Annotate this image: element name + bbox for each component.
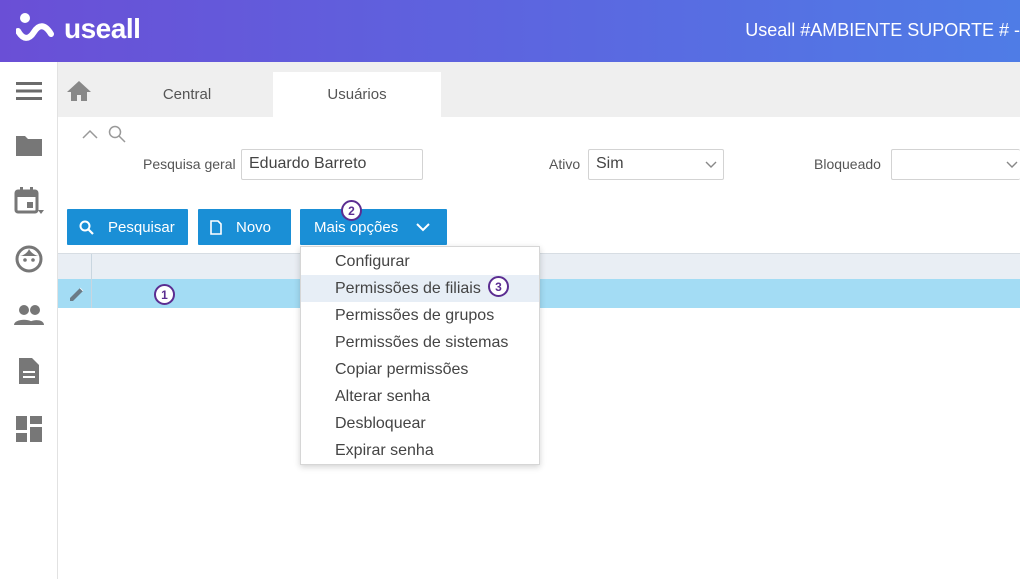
tab-central[interactable]: Central: [116, 72, 258, 117]
useall-logo-icon: [16, 13, 54, 41]
tab-bar: Central Usuários: [58, 62, 1020, 117]
menu-item-desbloquear[interactable]: Desbloquear: [301, 410, 539, 437]
tab-label: Usuários: [327, 86, 387, 103]
menu-item-permissoes-sistemas[interactable]: Permissões de sistemas: [301, 329, 539, 356]
more-options-button[interactable]: Mais opções: [300, 209, 447, 245]
document-icon: [210, 219, 222, 235]
menu-item-expirar-senha[interactable]: Expirar senha: [301, 437, 539, 464]
sidebar: [0, 62, 58, 579]
chevron-down-icon: [416, 223, 430, 232]
blocked-filter-label: Bloqueado: [814, 156, 881, 172]
new-button-label: Novo: [236, 218, 272, 236]
chevron-down-icon: [1006, 161, 1018, 168]
search-button[interactable]: Pesquisar: [67, 209, 188, 245]
chevron-down-icon: [705, 161, 717, 168]
tab-usuarios[interactable]: Usuários: [273, 72, 441, 117]
active-filter-value: Sim: [596, 155, 624, 172]
dashboard-icon[interactable]: [14, 414, 44, 444]
search-button-label: Pesquisar: [108, 218, 175, 236]
environment-title: Useall #AMBIENTE SUPORTE # -: [745, 20, 1020, 40]
document-icon[interactable]: [14, 356, 44, 386]
folder-icon[interactable]: [14, 130, 44, 160]
general-search-input[interactable]: Eduardo Barreto: [241, 149, 423, 180]
pencil-icon[interactable]: [68, 285, 86, 303]
active-filter-label: Ativo: [549, 156, 581, 172]
brand-logo[interactable]: useall: [16, 12, 141, 46]
top-bar: useall Useall #AMBIENTE SUPORTE # -: [0, 0, 1020, 62]
brand-name: useall: [64, 13, 141, 44]
menu-item-alterar-senha[interactable]: Alterar senha: [301, 383, 539, 410]
menu-item-copiar-permissoes[interactable]: Copiar permissões: [301, 356, 539, 383]
blocked-filter-select[interactable]: [891, 149, 1020, 180]
people-icon[interactable]: [14, 300, 44, 330]
face-icon[interactable]: [14, 244, 44, 274]
menu-item-permissoes-grupos[interactable]: Permissões de grupos: [301, 302, 539, 329]
step-badge-1: 1: [154, 284, 175, 305]
step-badge-2: 2: [341, 200, 362, 221]
menu-icon[interactable]: [14, 76, 44, 106]
search-icon[interactable]: [108, 125, 126, 143]
column-divider: [91, 279, 92, 308]
search-icon: [79, 220, 94, 235]
new-button[interactable]: Novo: [198, 209, 291, 245]
chevron-up-icon[interactable]: [82, 129, 98, 139]
tab-label: Central: [162, 86, 212, 103]
step-badge-3: 3: [488, 276, 509, 297]
active-filter-select[interactable]: Sim: [588, 149, 724, 180]
column-divider: [91, 254, 92, 279]
calendar-icon[interactable]: [14, 186, 44, 216]
home-icon[interactable]: [66, 80, 94, 104]
general-search-label: Pesquisa geral: [143, 156, 236, 172]
more-options-label: Mais opções: [314, 218, 399, 236]
menu-item-configurar[interactable]: Configurar: [301, 248, 539, 275]
